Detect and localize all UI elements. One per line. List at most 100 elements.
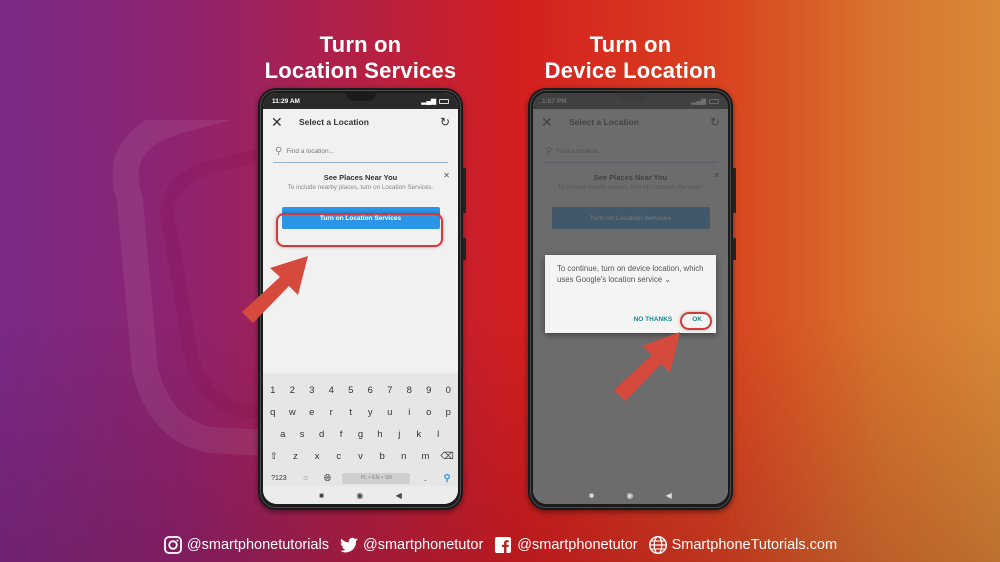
volume-button — [463, 168, 466, 213]
camera-notch — [345, 93, 376, 101]
key[interactable]: y — [363, 407, 377, 418]
key[interactable]: h — [373, 429, 387, 440]
twitter-label: @smartphonetutor — [362, 537, 484, 553]
phone-right: 1:57 PM ▂▄▆ ✕ Select a Location ↻ ⚲ See … — [528, 88, 736, 510]
power-button — [463, 238, 466, 260]
key[interactable]: m — [418, 451, 432, 462]
key[interactable]: f — [334, 429, 348, 440]
key[interactable]: 0 — [441, 385, 455, 396]
shift-key[interactable]: ⇧ — [267, 451, 281, 462]
instagram-icon — [164, 536, 182, 554]
no-thanks-button[interactable]: NO THANKS — [634, 316, 673, 323]
key[interactable]: w — [285, 407, 299, 418]
home-icon[interactable]: ◉ — [356, 491, 363, 500]
key[interactable]: c — [332, 451, 346, 462]
close-icon[interactable]: ✕ — [271, 114, 293, 131]
twitter-handle[interactable]: @smartphonetutor — [339, 535, 483, 555]
location-search[interactable]: ⚲ — [273, 141, 448, 163]
heading-device-location: Turn on Device Location — [528, 32, 733, 84]
refresh-icon[interactable]: ↻ — [440, 115, 450, 129]
key[interactable]: s — [295, 429, 309, 440]
search-icon[interactable]: ⚲ — [440, 473, 454, 484]
backspace-key[interactable]: ⌫ — [440, 451, 454, 462]
heading-line: Device Location — [544, 58, 717, 83]
back-icon[interactable]: ◀ — [396, 491, 402, 500]
card-description: To include nearby places, turn on Locati… — [287, 184, 434, 191]
signal-icon: ▂▄▆ — [421, 98, 436, 105]
pointer-arrow-icon — [242, 256, 308, 323]
key[interactable]: p — [441, 407, 455, 418]
heading-line: Location Services — [264, 58, 457, 83]
key[interactable]: 6 — [363, 385, 377, 396]
key[interactable]: 4 — [324, 385, 338, 396]
facebook-label: @smartphonetutor — [517, 537, 638, 553]
globe-icon — [648, 535, 667, 555]
key[interactable]: r — [324, 407, 338, 418]
social-footer: @smartphonetutorials @smartphonetutor @s… — [0, 532, 1000, 558]
emoji-key[interactable]: ☺ — [299, 475, 313, 482]
keyboard: 1 2 3 4 5 6 7 8 9 0 q w e r t y u i o p … — [263, 373, 458, 488]
website-link[interactable]: SmartphoneTutorials.com — [648, 535, 837, 555]
key[interactable]: 9 — [422, 385, 436, 396]
key[interactable]: o — [422, 407, 436, 418]
key[interactable]: 2 — [285, 385, 299, 396]
twitter-icon — [339, 537, 358, 553]
globe-icon[interactable]: 🌐︎ — [321, 473, 335, 484]
key[interactable]: 7 — [383, 385, 397, 396]
instagram-label: @smartphonetutorials — [186, 537, 329, 553]
space-key[interactable]: PL • EN • SR — [342, 472, 411, 484]
battery-icon — [439, 98, 449, 104]
key[interactable]: 3 — [305, 385, 319, 396]
key[interactable]: 1 — [266, 385, 280, 396]
key[interactable]: i — [402, 407, 416, 418]
facebook-handle[interactable]: @smartphonetutor — [493, 535, 638, 555]
key[interactable]: z — [288, 451, 302, 462]
dialog-message: To continue, turn on device location, wh… — [557, 264, 704, 284]
key[interactable]: b — [375, 451, 389, 462]
key[interactable]: e — [305, 407, 319, 418]
key[interactable]: q — [266, 407, 280, 418]
app-bar: ✕ Select a Location ↻ — [263, 109, 458, 135]
website-label: SmartphoneTutorials.com — [671, 537, 838, 553]
key[interactable]: v — [353, 451, 367, 462]
period-key[interactable]: . — [418, 473, 432, 484]
key[interactable]: j — [392, 429, 406, 440]
recents-icon[interactable]: ■ — [589, 491, 594, 500]
nav-bar: ■ ◉ ◀ — [263, 486, 458, 504]
key[interactable]: d — [315, 429, 329, 440]
keyboard-row-numbers: 1 2 3 4 5 6 7 8 9 0 — [263, 379, 458, 401]
key[interactable]: t — [344, 407, 358, 418]
volume-button — [733, 168, 736, 213]
key[interactable]: l — [431, 429, 445, 440]
key[interactable]: g — [353, 429, 367, 440]
key[interactable]: 5 — [344, 385, 358, 396]
keyboard-row-middle: a s d f g h j k l — [263, 423, 458, 445]
power-button — [733, 238, 736, 260]
status-time: 11:29 AM — [272, 97, 300, 105]
symbols-key[interactable]: ?123 — [267, 475, 291, 482]
key[interactable]: k — [412, 429, 426, 440]
keyboard-row-bottom: ⇧ z x c v b n m ⌫ — [263, 445, 458, 467]
page-title: Select a Location — [299, 117, 369, 127]
key[interactable]: n — [397, 451, 411, 462]
instagram-handle[interactable]: @smartphonetutorials — [163, 535, 329, 555]
key[interactable]: u — [383, 407, 397, 418]
recents-icon[interactable]: ■ — [319, 491, 324, 500]
highlight-ring — [276, 213, 443, 247]
heading-line: Turn on — [319, 32, 402, 57]
pointer-arrow-icon — [614, 332, 680, 401]
heading-line: Turn on — [589, 32, 672, 57]
nav-bar: ■ ◉ ◀ — [533, 486, 728, 504]
search-icon: ⚲ — [275, 146, 283, 157]
places-near-you-card: See Places Near You To include nearby pl… — [263, 163, 458, 193]
search-input[interactable] — [286, 148, 437, 155]
keyboard-row-top: q w e r t y u i o p — [263, 401, 458, 423]
facebook-icon — [495, 537, 512, 553]
home-icon[interactable]: ◉ — [626, 491, 633, 500]
key[interactable]: a — [276, 429, 290, 440]
key[interactable]: 8 — [402, 385, 416, 396]
back-icon[interactable]: ◀ — [666, 491, 672, 500]
key[interactable]: x — [310, 451, 324, 462]
heading-location-services: Turn on Location Services — [258, 32, 463, 84]
dismiss-icon[interactable]: ✕ — [443, 171, 450, 180]
